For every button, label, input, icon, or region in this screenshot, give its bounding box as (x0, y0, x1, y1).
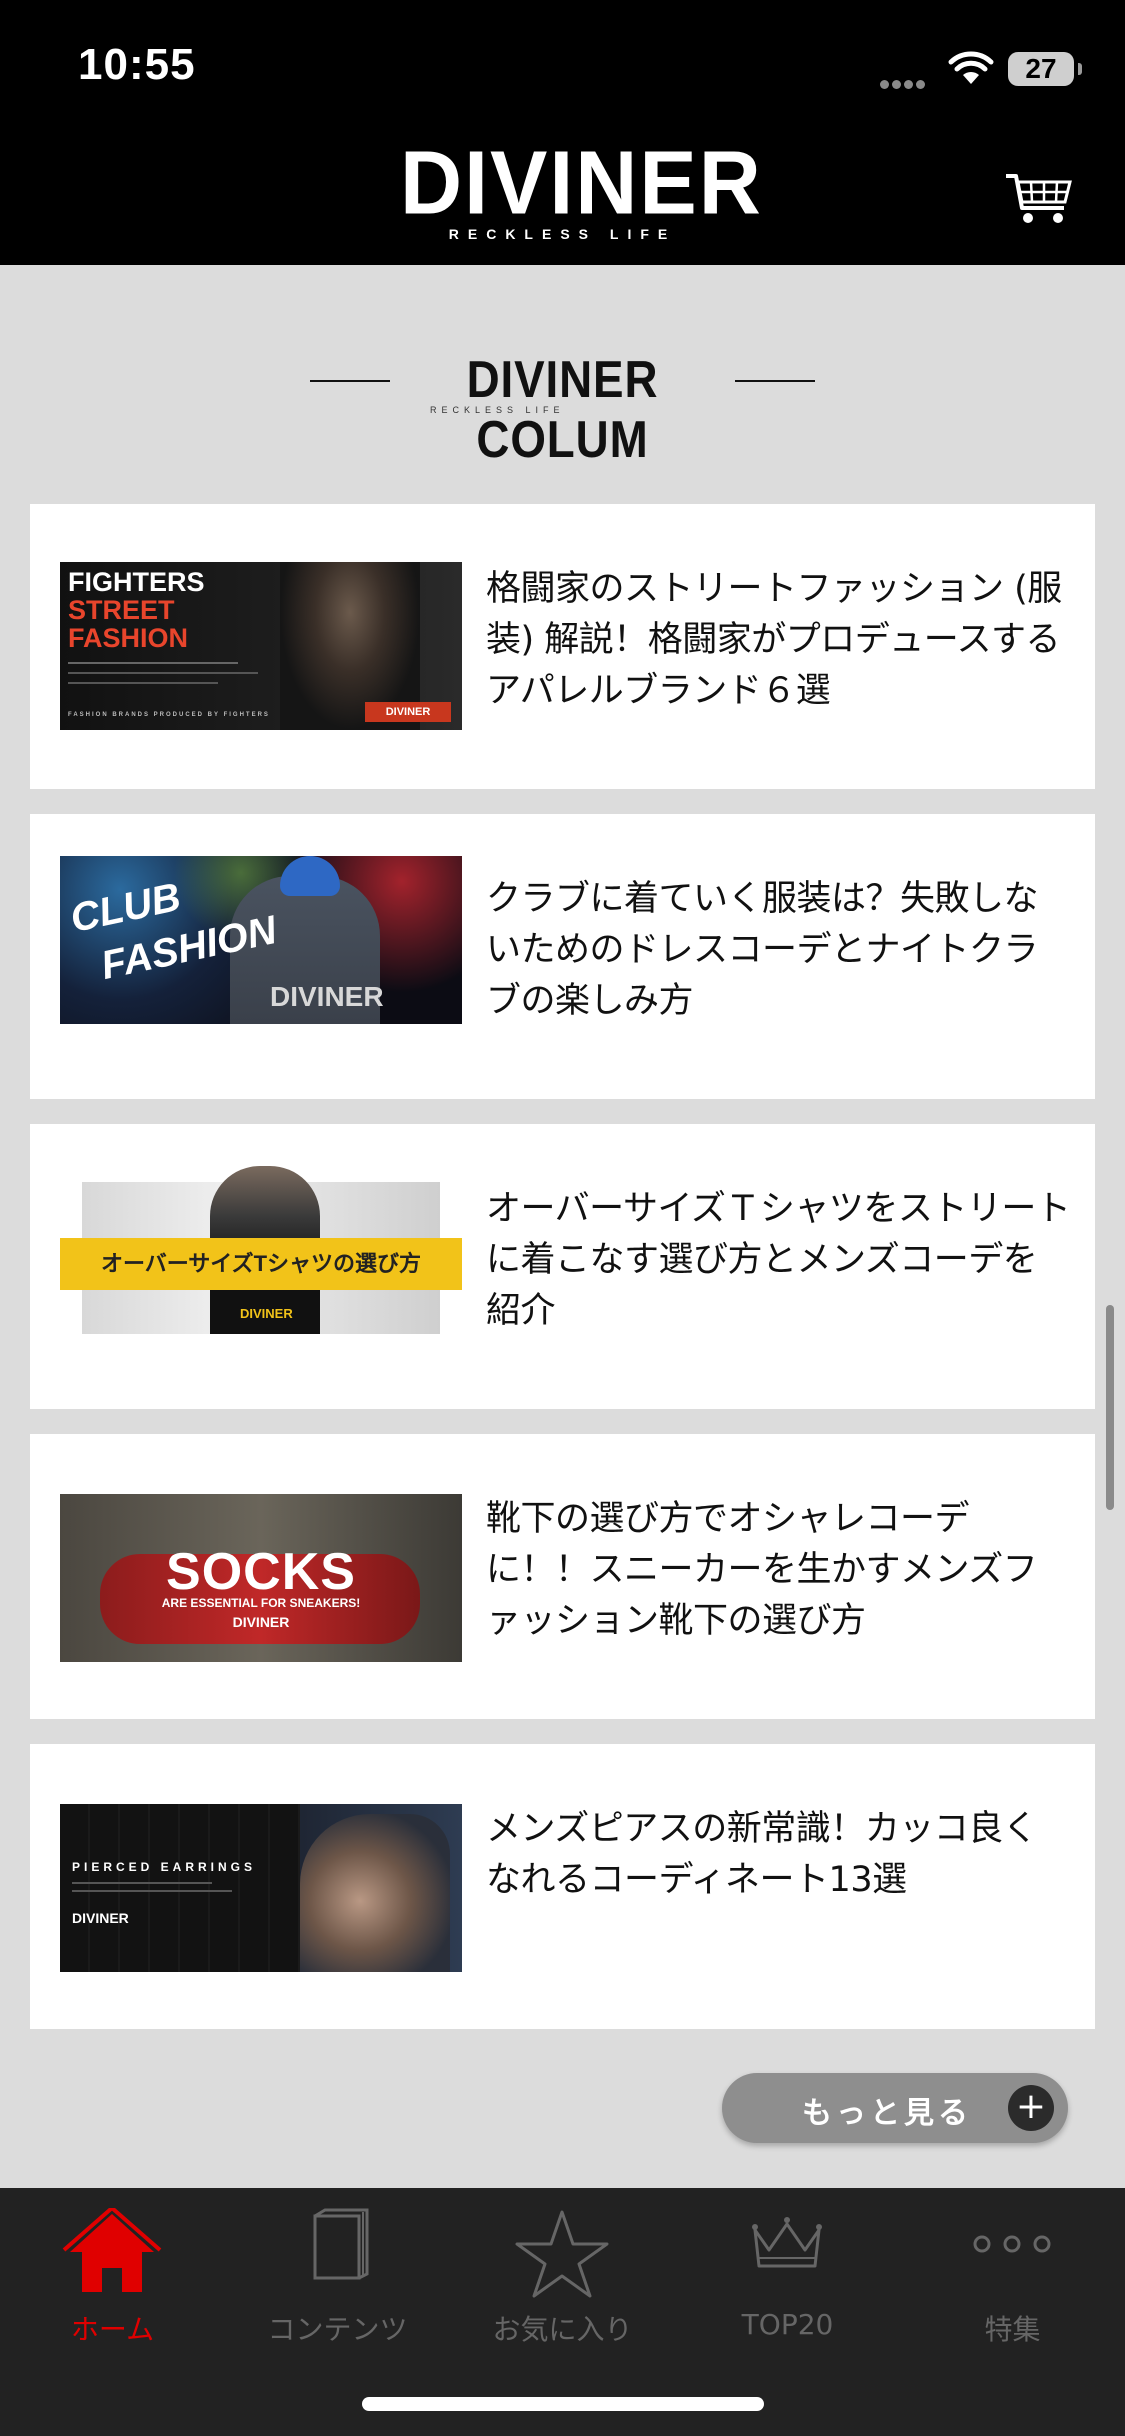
article-thumbnail: CLUB FASHION DIVINER (60, 856, 462, 1024)
tab-home[interactable]: ホーム (0, 2208, 225, 2348)
article-title[interactable]: 格闘家のストリートファッション (服装) 解説！格闘家がプロデュースするアパレル… (486, 564, 1071, 717)
thumb-text: DIVINER (232, 1614, 290, 1630)
article-card[interactable]: CLUB FASHION DIVINER クラブに着ていく服装は？失敗しないため… (30, 814, 1095, 1099)
thumb-text: DIVINER (240, 1306, 293, 1321)
cart-icon[interactable] (1004, 170, 1074, 226)
section-title: DIVINER COLUM RECKLESS LIFE (0, 350, 1125, 469)
article-title[interactable]: 靴下の選び方でオシャレコーデに！！スニーカーを生かすメンズファッション靴下の選び… (486, 1494, 1071, 1647)
cellular-signal-icon (880, 74, 934, 89)
battery-icon: 27 (1008, 52, 1082, 86)
article-thumbnail: SOCKS ARE ESSENTIAL FOR SNEAKERS! DIVINE… (60, 1494, 462, 1662)
status-time: 10:55 (78, 40, 196, 89)
book-icon (313, 2208, 369, 2280)
tab-top20[interactable]: TOP20 (675, 2208, 900, 2348)
tab-label: 特集 (984, 2313, 1041, 2346)
tab-label: お気に入り (492, 2313, 633, 2346)
article-card[interactable]: オーバーサイズTシャツの選び方 DIVINER オーバーサイズＴシャツをストリー… (30, 1124, 1095, 1409)
show-more-label: もっと見る (802, 2096, 972, 2131)
section-title-subtext: RECKLESS LIFE (430, 405, 565, 415)
more-dots-icon (973, 2235, 1051, 2253)
article-title[interactable]: クラブに着ていく服装は？失敗しないためのドレスコーデとナイトクラブの楽しみ方 (486, 874, 1071, 1027)
tab-label: ホーム (70, 2313, 155, 2346)
thumb-text: DIVINER (72, 1910, 129, 1926)
scroll-indicator (1106, 1305, 1114, 1510)
top-bar: 10:55 27 DIVINER RECKLESS LIFE (0, 0, 1125, 265)
thumb-text: FIGHTERS (68, 567, 205, 597)
star-icon (515, 2210, 609, 2298)
thumb-text: DIVINER (365, 702, 451, 722)
plus-icon: + (1008, 2085, 1054, 2131)
article-card[interactable]: PIERCED EARRINGS DIVINER メンズピアスの新常識！カッコ良… (30, 1744, 1095, 2029)
tab-label: コンテンツ (267, 2313, 408, 2346)
article-thumbnail: PIERCED EARRINGS DIVINER (60, 1804, 462, 1972)
crown-icon (752, 2217, 822, 2268)
thumb-text: DIVINER (270, 981, 384, 1012)
tab-features[interactable]: 特集 (900, 2208, 1125, 2348)
article-card[interactable]: FIGHTERS STREET FASHION FASHION BRANDS P… (30, 504, 1095, 789)
article-thumbnail: オーバーサイズTシャツの選び方 DIVINER (60, 1166, 462, 1334)
article-title[interactable]: メンズピアスの新常識！カッコ良くなれるコーディネート13選 (486, 1804, 1071, 1906)
tab-label: TOP20 (741, 2308, 834, 2341)
thumb-text: FASHION (68, 623, 189, 653)
title-divider-right (735, 380, 815, 382)
article-thumbnail: FIGHTERS STREET FASHION FASHION BRANDS P… (60, 562, 462, 730)
brand-logo[interactable]: DIVINER RECKLESS LIFE (400, 132, 763, 242)
thumb-text: STREET (68, 595, 175, 625)
title-divider-left (310, 380, 390, 382)
article-card[interactable]: SOCKS ARE ESSENTIAL FOR SNEAKERS! DIVINE… (30, 1434, 1095, 1719)
tab-contents[interactable]: コンテンツ (225, 2208, 450, 2348)
home-indicator[interactable] (362, 2397, 764, 2411)
article-title[interactable]: オーバーサイズＴシャツをストリートに着こなす選び方とメンズコーデを紹介 (486, 1184, 1071, 1337)
home-icon (62, 2208, 162, 2292)
tab-favorites[interactable]: お気に入り (450, 2208, 675, 2348)
thumb-text: FASHION BRANDS PRODUCED BY FIGHTERS (68, 712, 270, 718)
thumb-text: オーバーサイズTシャツの選び方 (60, 1238, 462, 1290)
wifi-icon (948, 51, 994, 84)
thumb-text: PIERCED EARRINGS (72, 1860, 257, 1874)
logo-text: DIVINER (400, 132, 763, 234)
thumb-text: ARE ESSENTIAL FOR SNEAKERS! (161, 1596, 361, 1610)
show-more-button[interactable]: もっと見る + (722, 2073, 1068, 2143)
thumb-text: SOCKS (166, 1543, 356, 1601)
